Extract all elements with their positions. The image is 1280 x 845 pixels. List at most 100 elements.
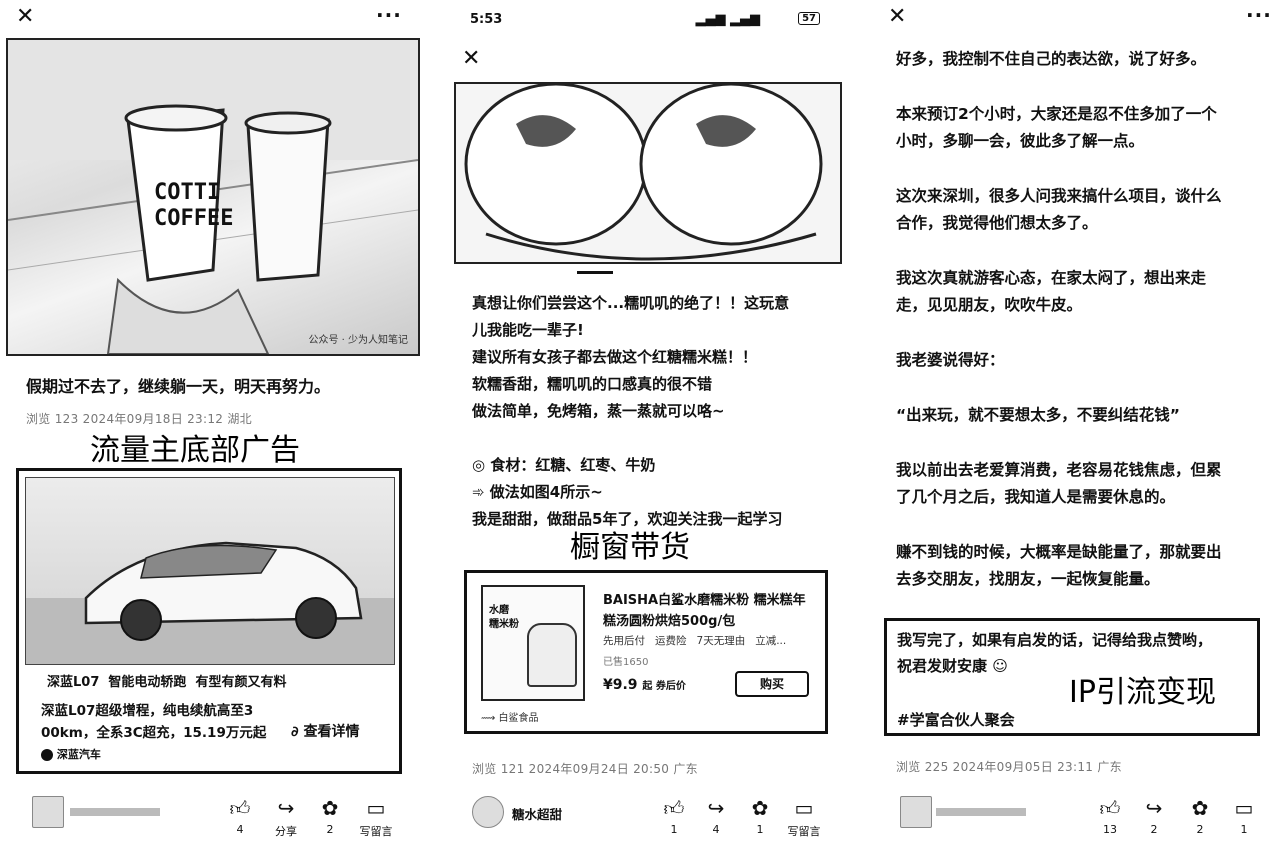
action-bar: 糖水超甜 👍︎ 1 ↪ 4 ✿ 1 ▭ 写留言 bbox=[430, 790, 850, 845]
close-icon[interactable]: ✕ bbox=[16, 6, 34, 28]
recommend-icon: ✿ bbox=[1191, 796, 1209, 820]
action-bar: 👍︎ 13 ↪ 2 ✿ 2 ▭ 1 bbox=[860, 790, 1280, 845]
brand-logo-icon bbox=[41, 749, 53, 761]
text-line: 赚不到钱的时候，大概率是缺能量了，那就要出 bbox=[896, 543, 1222, 561]
like-icon: 👍︎ bbox=[663, 796, 685, 820]
closing-text: 祝君发财安康 bbox=[897, 657, 988, 675]
post-meta: 浏览 225 2024年09月05日 23:11 广东 bbox=[896, 760, 1122, 774]
detail-link-label: 查看详情 bbox=[303, 724, 360, 740]
comment-count: 写留言 bbox=[787, 825, 821, 838]
text-line: 走，见见朋友，吹吹牛皮。 bbox=[896, 296, 1083, 314]
article-body: 好多，我控制不住自己的表达欲，说了好多。 本来预订2个小时，大家还是忍不住多加了… bbox=[896, 46, 1268, 593]
text-line: 我以前出去老爱算消费，老容易花钱焦虑，但累 bbox=[896, 461, 1222, 479]
comment-icon: ▭ bbox=[1234, 796, 1254, 820]
paragraph: 赚不到钱的时候，大概率是缺能量了，那就要出 去多交朋友，找朋友，一起恢复能量。 bbox=[896, 539, 1268, 593]
buy-button[interactable]: 购买 bbox=[735, 671, 809, 697]
comment-count: 写留言 bbox=[359, 825, 393, 838]
shop-icon: ⟿ bbox=[481, 713, 499, 724]
comment-icon: ▭ bbox=[794, 796, 814, 820]
panel-post-ip: ✕ ··· 好多，我控制不住自己的表达欲，说了好多。 本来预订2个小时，大家还是… bbox=[860, 0, 1280, 845]
comment-button[interactable]: ▭ 1 bbox=[1224, 798, 1264, 836]
like-button[interactable]: 👍︎ 1 bbox=[654, 798, 694, 836]
annotation-label: 流量主底部广告 bbox=[90, 433, 300, 468]
share-count: 4 bbox=[712, 823, 720, 836]
more-icon[interactable]: ··· bbox=[1246, 4, 1272, 26]
paragraph: 我以前出去老爱算消费，老容易花钱焦虑，但累 了几个月之后，我知道人是需要休息的。 bbox=[896, 457, 1268, 511]
close-icon[interactable]: ✕ bbox=[888, 6, 906, 28]
comment-button[interactable]: ▭ 写留言 bbox=[784, 798, 824, 839]
ad-brand: 深蓝汽车 bbox=[41, 746, 101, 762]
closing-line: 祝君发财安康 ☺ bbox=[897, 655, 1008, 676]
method-icon: ➾ bbox=[472, 483, 490, 501]
recommend-count: 2 bbox=[1196, 823, 1204, 836]
comment-button[interactable]: ▭ 写留言 bbox=[356, 798, 396, 839]
share-button[interactable]: ↪ 分享 bbox=[266, 798, 306, 839]
dessert-illustration bbox=[464, 84, 823, 261]
avatar[interactable] bbox=[32, 796, 64, 828]
author-name[interactable] bbox=[70, 808, 160, 816]
thumb-text: 水磨 bbox=[489, 605, 509, 616]
product-price: ¥9.9 起 券后价 bbox=[603, 677, 686, 693]
recommend-button[interactable]: ✿ 1 bbox=[740, 798, 780, 836]
post-line: ➾ 做法如图4所示~ bbox=[472, 479, 842, 506]
status-bar: 5:53 ▂▄▆ ▂▄▆ 57 bbox=[470, 12, 820, 30]
recommend-icon: ✿ bbox=[751, 796, 769, 820]
close-icon[interactable]: ✕ bbox=[462, 48, 480, 70]
text-line: 合作，我觉得他们想太多了。 bbox=[896, 214, 1098, 232]
signal-icon: ▂▄▆ ▂▄▆ bbox=[695, 12, 760, 27]
car-illustration bbox=[26, 541, 394, 664]
post-line: 做法简单，免烤箱，蒸一蒸就可以咯~ bbox=[472, 402, 725, 420]
avatar[interactable] bbox=[900, 796, 932, 828]
ingredients-icon: ◎ bbox=[472, 456, 491, 474]
share-button[interactable]: ↪ 4 bbox=[696, 798, 736, 836]
detail-link[interactable]: ∂ 查看详情 bbox=[291, 721, 360, 741]
share-count: 分享 bbox=[275, 825, 297, 838]
paragraph: 这次来深圳，很多人问我来搞什么项目，谈什么 合作，我觉得他们想太多了。 bbox=[896, 183, 1268, 237]
method-text: 做法如图4所示~ bbox=[489, 483, 603, 501]
text-line: 这次来深圳，很多人问我来搞什么项目，谈什么 bbox=[896, 187, 1222, 205]
post-line bbox=[472, 425, 842, 452]
post-title: 假期过不去了，继续躺一天，明天再努力。 bbox=[26, 377, 331, 396]
closing-line: 我写完了，如果有启发的话，记得给我点赞哟， bbox=[897, 631, 1213, 649]
ad-card[interactable]: 深蓝L07 智能电动轿跑 有型有颜又有料 深蓝L07超级增程，纯电续航高至3 0… bbox=[16, 468, 402, 774]
text-line: 小时，多聊一会，彼此多了解一点。 bbox=[896, 132, 1145, 150]
comment-icon: ▭ bbox=[366, 796, 386, 820]
like-button[interactable]: 👍︎ 13 bbox=[1090, 798, 1130, 836]
shop-name[interactable]: ⟿ 白鲨食品 bbox=[481, 709, 539, 724]
link-icon: ∂ bbox=[291, 724, 299, 740]
action-bar: 👍︎ 4 ↪ 分享 ✿ 2 ▭ 写留言 bbox=[0, 790, 420, 845]
price-value: ¥9.9 bbox=[603, 677, 638, 693]
paragraph: 好多，我控制不住自己的表达欲，说了好多。 bbox=[896, 46, 1268, 73]
like-icon: 👍︎ bbox=[1099, 796, 1121, 820]
avatar[interactable] bbox=[472, 796, 504, 828]
post-line: 建议所有女孩子都去做这个红糖糯米糕！！ bbox=[472, 348, 758, 366]
product-card[interactable]: 水磨 糯米粉 BAISHA白鲨水磨糯米粉 糯米糕年 糕汤圆粉烘焙500g/包 先… bbox=[464, 570, 828, 734]
like-count: 1 bbox=[670, 823, 678, 836]
battery-icon: 57 bbox=[798, 12, 820, 25]
author-name[interactable] bbox=[936, 808, 1026, 816]
product-title: 糕汤圆粉烘焙500g/包 bbox=[603, 614, 736, 629]
post-line: 软糯香甜，糯叽叽的口感真的很不错 bbox=[472, 375, 713, 393]
ad-desc: 00km，全系3C超充，15.19万元起 bbox=[41, 725, 267, 741]
panel-post-ad: ✕ ··· COTTI COFFEE 公众号 · 少为人知笔记 假期过不去了，继… bbox=[0, 0, 420, 845]
recommend-button[interactable]: ✿ 2 bbox=[310, 798, 350, 836]
share-icon: ↪ bbox=[277, 796, 295, 820]
like-button[interactable]: 👍︎ 4 bbox=[220, 798, 260, 836]
text-line: 去多交朋友，找朋友，一起恢复能量。 bbox=[896, 570, 1160, 588]
hashtag-link[interactable]: #学富合伙人聚会 bbox=[897, 709, 1015, 730]
recommend-button[interactable]: ✿ 2 bbox=[1180, 798, 1220, 836]
annotation-label: IP引流变现 bbox=[1069, 675, 1216, 710]
post-line: 儿我能吃一辈子! bbox=[472, 321, 584, 339]
paragraph: 我老婆说得好： bbox=[896, 347, 1268, 374]
share-button[interactable]: ↪ 2 bbox=[1134, 798, 1174, 836]
like-count: 4 bbox=[236, 823, 244, 836]
post-meta: 浏览 121 2024年09月24日 20:50 广东 bbox=[472, 762, 698, 776]
battery-level: 57 bbox=[802, 13, 816, 24]
product-tags: 先用后付 运费险 7天无理由 立减... bbox=[603, 635, 787, 647]
more-icon[interactable]: ··· bbox=[376, 4, 402, 26]
brand-name: 深蓝汽车 bbox=[56, 748, 101, 761]
paragraph: 我这次真就游客心态，在家太闷了，想出来走 走，见见朋友，吹吹牛皮。 bbox=[896, 265, 1268, 319]
author-name[interactable]: 糖水超甜 bbox=[512, 804, 562, 823]
thumb-text: 糯米粉 bbox=[489, 619, 519, 630]
text-line: 我老婆说得好： bbox=[896, 351, 1005, 369]
